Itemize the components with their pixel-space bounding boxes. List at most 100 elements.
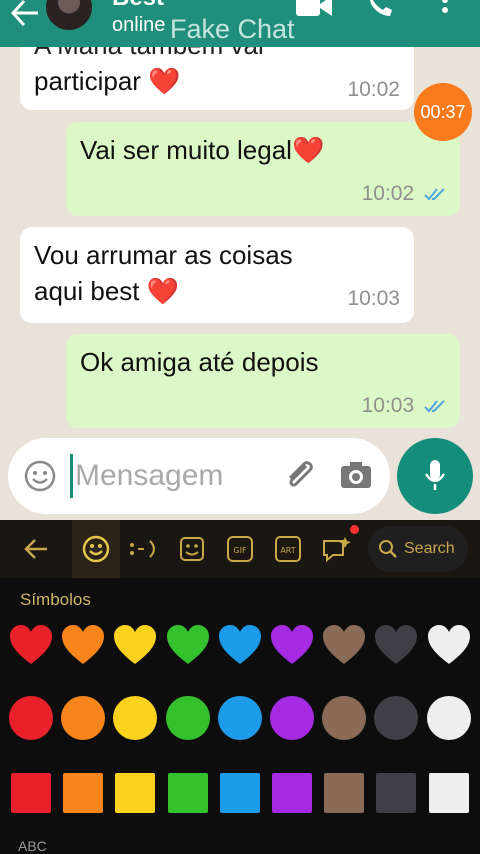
smiley-icon (82, 535, 110, 563)
square-emoji-icon (324, 773, 365, 813)
circle-emoji-icon (9, 696, 53, 740)
emoji-square-key[interactable] (112, 770, 158, 816)
message-text-line: Vai ser muito legal❤️ (80, 135, 325, 165)
emoji-square-key[interactable] (426, 770, 472, 816)
emoji-icon[interactable] (24, 460, 56, 492)
tab-stickers[interactable] (172, 520, 212, 578)
search-icon (379, 540, 397, 558)
square-emoji-icon (11, 773, 51, 813)
microphone-icon (424, 460, 446, 490)
message-time: 10:02 (361, 182, 415, 205)
message-composer (8, 438, 390, 514)
emoji-circle-key[interactable] (8, 695, 54, 741)
emoji-circle-key[interactable] (165, 695, 211, 741)
emoji-heart-key[interactable] (165, 622, 211, 668)
chat-header: Best online Fake Chat (0, 0, 480, 47)
heart-emoji-icon (166, 625, 209, 664)
emoji-heart-key[interactable] (269, 622, 315, 668)
circle-emoji-icon (374, 696, 419, 740)
tab-gif[interactable]: GIF (222, 520, 258, 578)
emoji-search-button[interactable]: Search (368, 526, 468, 572)
message-text-line: Ok amiga até depois (80, 347, 319, 377)
sticker-icon (180, 537, 204, 561)
contact-avatar[interactable] (44, 0, 94, 32)
heart-emoji-icon (427, 625, 470, 664)
circle-emoji-icon (165, 696, 210, 740)
message-text-line: aqui best ❤️ (34, 276, 180, 306)
heart-emoji-icon (271, 625, 313, 664)
attach-icon[interactable] (282, 458, 318, 494)
tab-combo[interactable] (318, 520, 354, 578)
message-text-line: participar ❤️ (34, 66, 181, 96)
square-emoji-icon (376, 773, 417, 813)
emoji-heart-key[interactable] (321, 622, 367, 668)
message-time: 10:03 (347, 287, 400, 310)
square-emoji-icon (167, 773, 208, 813)
message-bubble[interactable]: A Maria também vai participar ❤️ 10:02 (20, 47, 414, 110)
combo-icon (323, 537, 351, 563)
heart-emoji-icon (62, 625, 105, 664)
circle-emoji-icon (217, 696, 262, 740)
heart-emoji-icon (323, 625, 366, 664)
back-arrow-icon[interactable] (8, 0, 42, 30)
double-check-icon (424, 400, 445, 413)
emoji-square-key[interactable] (269, 770, 315, 816)
emoji-heart-key[interactable] (373, 622, 419, 668)
camera-icon[interactable] (340, 460, 372, 490)
tab-emoji[interactable] (72, 520, 120, 578)
search-label: Search (404, 540, 455, 557)
square-emoji-icon (272, 773, 312, 813)
heart-emoji-icon (10, 625, 52, 664)
circle-emoji-icon (113, 696, 158, 740)
tab-art[interactable]: ART (270, 520, 306, 578)
emoji-circle-key[interactable] (321, 695, 367, 741)
keyboard-back-button[interactable] (14, 520, 58, 578)
message-text-line: A Maria também vai (34, 47, 400, 63)
emoji-heart-key[interactable] (217, 622, 263, 668)
emoji-square-key[interactable] (217, 770, 263, 816)
watermark-text: Fake Chat (170, 14, 295, 44)
emoji-keyboard: GIF ART Search Símbolos ABC (0, 520, 480, 854)
square-emoji-icon (219, 773, 260, 813)
recording-timer-badge[interactable]: 00:37 (414, 83, 472, 141)
message-bubble[interactable]: Vou arrumar as coisas aqui best ❤️ 10:03 (20, 227, 414, 323)
contact-status: online (112, 14, 166, 36)
message-time: 10:02 (347, 78, 400, 101)
video-call-icon[interactable] (296, 0, 334, 18)
emoji-circle-key[interactable] (60, 695, 106, 741)
more-menu-icon[interactable] (440, 0, 450, 18)
abc-button[interactable]: ABC (18, 838, 47, 854)
voice-call-icon[interactable] (366, 0, 396, 18)
emoji-square-key[interactable] (8, 770, 54, 816)
message-input[interactable] (70, 454, 260, 498)
emoji-circle-key[interactable] (269, 695, 315, 741)
circle-emoji-icon (61, 696, 106, 740)
message-bubble[interactable]: Vai ser muito legal❤️ 10:02 (66, 122, 460, 216)
art-icon: ART (275, 536, 301, 562)
tab-emoticons[interactable] (124, 520, 164, 578)
square-emoji-icon (428, 773, 469, 813)
emoji-heart-key[interactable] (426, 622, 472, 668)
emoji-square-key[interactable] (60, 770, 106, 816)
emoji-heart-key[interactable] (112, 622, 158, 668)
gif-icon: GIF (227, 536, 253, 562)
message-text-line: Vou arrumar as coisas (34, 240, 293, 270)
emoji-circle-key[interactable] (217, 695, 263, 741)
contact-name[interactable]: Best (112, 0, 164, 12)
emoji-circle-key[interactable] (373, 695, 419, 741)
message-bubble[interactable]: Ok amiga até depois 10:03 (66, 334, 460, 428)
svg-text:ART: ART (280, 546, 295, 555)
emoji-circle-key[interactable] (112, 695, 158, 741)
keyboard-bottom-bar (0, 830, 480, 854)
square-emoji-icon (115, 773, 156, 813)
emoji-square-key[interactable] (165, 770, 211, 816)
emoji-heart-key[interactable] (60, 622, 106, 668)
emoji-square-key[interactable] (321, 770, 367, 816)
emoji-square-key[interactable] (373, 770, 419, 816)
double-check-icon (424, 188, 445, 201)
voice-record-button[interactable] (397, 438, 473, 514)
square-emoji-icon (63, 773, 104, 813)
emoji-circle-key[interactable] (426, 695, 472, 741)
circle-emoji-icon (322, 696, 367, 740)
emoji-heart-key[interactable] (8, 622, 54, 668)
